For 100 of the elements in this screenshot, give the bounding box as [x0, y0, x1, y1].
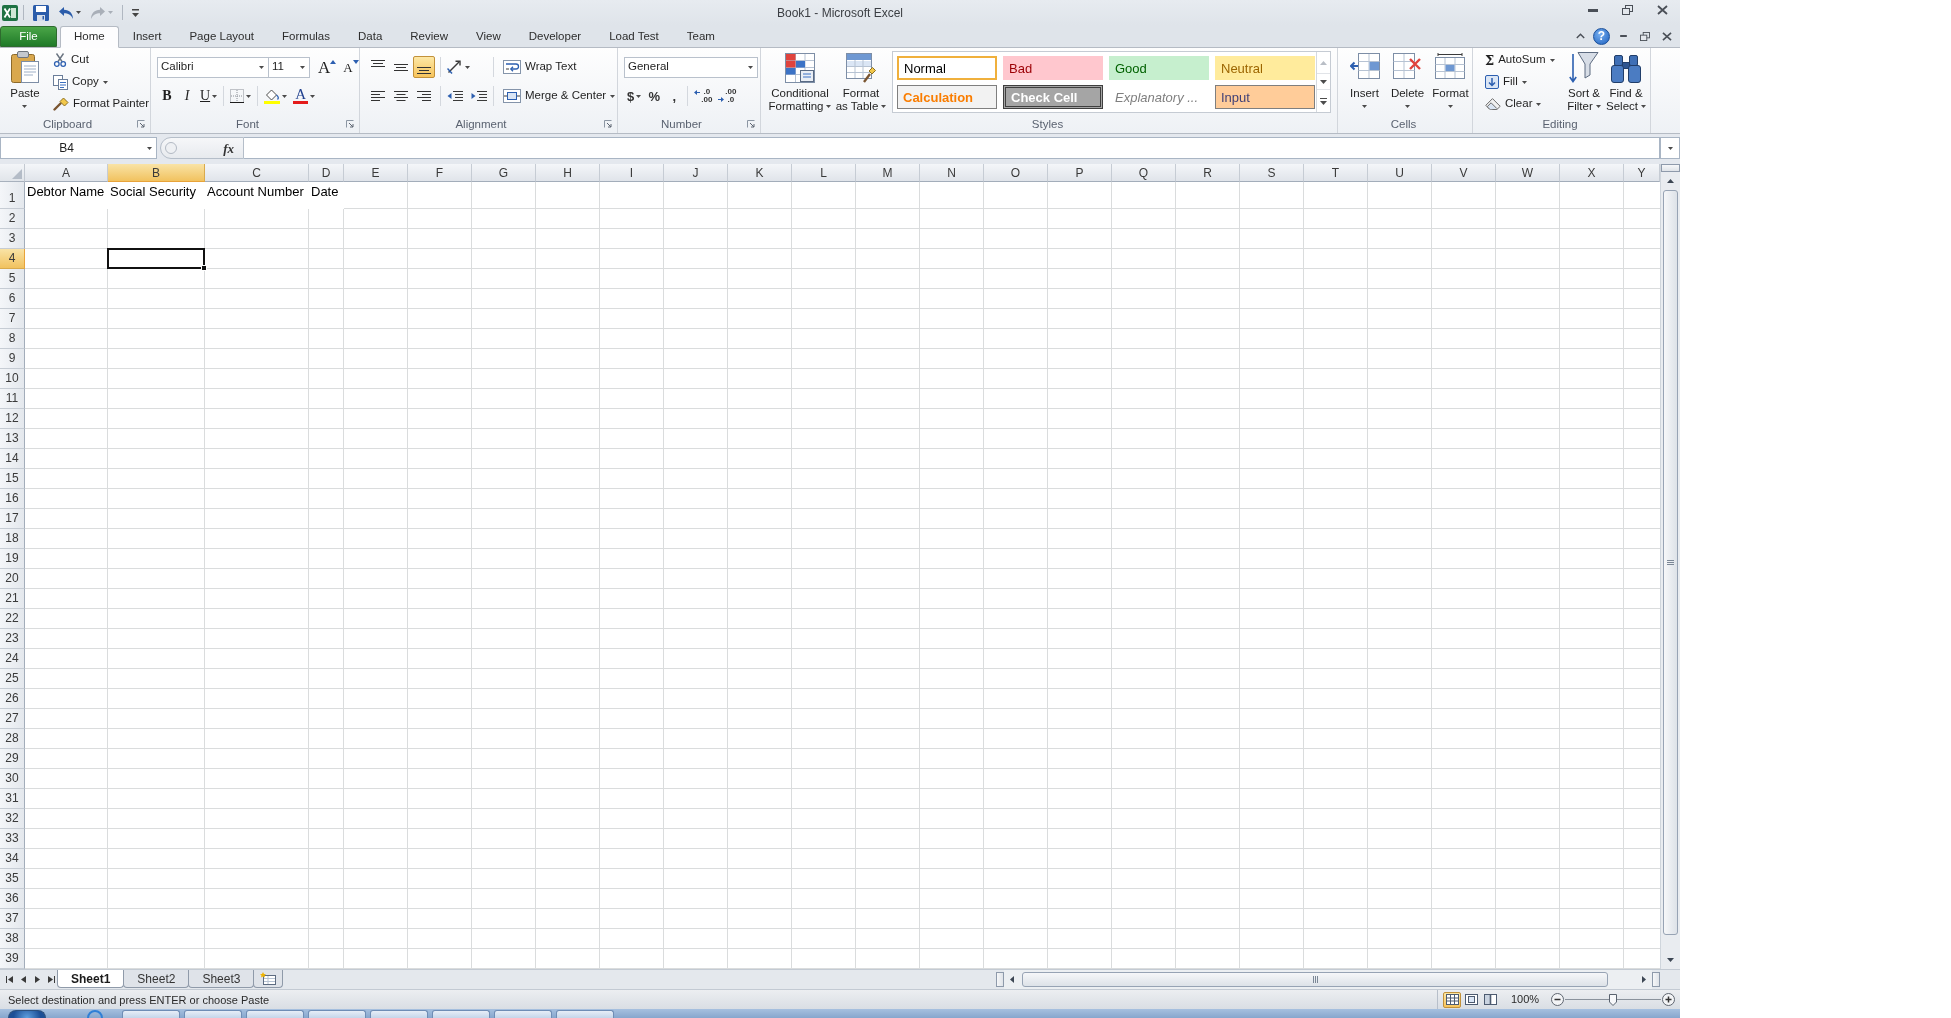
currency-button[interactable]: $ — [624, 85, 645, 107]
ribbon-tab[interactable]: Review — [396, 26, 462, 47]
row-header[interactable]: 10 — [0, 369, 25, 389]
dialog-launcher-icon[interactable] — [604, 120, 612, 128]
page-break-preview-button[interactable] — [1481, 991, 1499, 1008]
insert-sheet-tab[interactable] — [253, 970, 284, 988]
row-header[interactable]: 37 — [0, 909, 25, 929]
delete-cells-button[interactable]: Delete — [1387, 49, 1428, 115]
comma-button[interactable]: , — [664, 85, 685, 107]
name-box[interactable]: B4 — [0, 137, 157, 159]
scrollbar-thumb[interactable] — [1663, 190, 1678, 935]
row-header[interactable]: 34 — [0, 849, 25, 869]
row-header[interactable]: 25 — [0, 669, 25, 689]
column-header[interactable]: N — [920, 164, 984, 182]
cell-style-option[interactable]: Neutral — [1215, 56, 1315, 80]
row-header[interactable]: 14 — [0, 449, 25, 469]
fill-handle[interactable] — [201, 265, 207, 271]
column-header[interactable]: L — [792, 164, 856, 182]
cell-style-option[interactable]: Bad — [1003, 56, 1103, 80]
page-layout-view-button[interactable] — [1462, 991, 1480, 1008]
font-size-dropdown[interactable]: 11 — [268, 56, 310, 78]
ribbon-tab[interactable]: Home — [60, 26, 119, 48]
row-header[interactable]: 15 — [0, 469, 25, 489]
cell-style-option[interactable]: Good — [1109, 56, 1209, 80]
row-header[interactable]: 4 — [0, 249, 25, 269]
ribbon-tab[interactable]: Page Layout — [175, 26, 269, 47]
column-header[interactable]: J — [664, 164, 728, 182]
row-header[interactable]: 35 — [0, 869, 25, 889]
row-header[interactable]: 38 — [0, 929, 25, 949]
row-header[interactable]: 1 — [0, 182, 25, 209]
row-header[interactable]: 29 — [0, 749, 25, 769]
row-header[interactable]: 6 — [0, 289, 25, 309]
sheet-tab[interactable]: Sheet1 — [57, 970, 125, 988]
dialog-launcher-icon[interactable] — [747, 120, 755, 128]
row-header[interactable]: 22 — [0, 609, 25, 629]
column-header[interactable]: R — [1176, 164, 1240, 182]
sheet-tab[interactable]: Sheet2 — [123, 970, 190, 988]
row-header[interactable]: 36 — [0, 889, 25, 909]
clear-button[interactable]: Clear — [1481, 93, 1564, 115]
column-header[interactable]: T — [1304, 164, 1368, 182]
column-header[interactable]: U — [1368, 164, 1432, 182]
taskbar-button[interactable] — [432, 1010, 490, 1018]
column-header[interactable]: Y — [1624, 164, 1660, 182]
row-header[interactable]: 19 — [0, 549, 25, 569]
row-header[interactable]: 11 — [0, 389, 25, 409]
row-header[interactable]: 31 — [0, 789, 25, 809]
number-format-dropdown[interactable]: General — [624, 56, 758, 78]
taskbar-button[interactable] — [184, 1010, 242, 1018]
column-header[interactable]: G — [472, 164, 536, 182]
file-tab[interactable]: File — [0, 26, 57, 47]
ribbon-tab[interactable]: Team — [672, 26, 729, 47]
zoom-percentage[interactable]: 100% — [1508, 991, 1543, 1008]
format-cells-button[interactable]: Format — [1430, 49, 1471, 115]
wrap-text-button[interactable]: Wrap Text — [499, 56, 581, 78]
row-header[interactable]: 9 — [0, 349, 25, 369]
increase-decimal-button[interactable]: .0 .00 — [691, 85, 716, 107]
ribbon-tab[interactable]: Load Test — [595, 26, 673, 47]
row-header[interactable]: 20 — [0, 569, 25, 589]
cut-button[interactable]: Cut — [49, 49, 154, 71]
column-header[interactable]: X — [1560, 164, 1624, 182]
row-header[interactable]: 33 — [0, 829, 25, 849]
row-header[interactable]: 12 — [0, 409, 25, 429]
vertical-scrollbar[interactable] — [1660, 164, 1680, 969]
column-header[interactable]: M — [856, 164, 920, 182]
column-header[interactable]: F — [408, 164, 472, 182]
ribbon-tab[interactable]: Insert — [118, 26, 176, 47]
ribbon-tab[interactable]: View — [462, 26, 515, 47]
fill-button[interactable]: Fill — [1481, 71, 1564, 93]
copy-button[interactable]: Copy — [49, 71, 154, 93]
column-header[interactable]: H — [536, 164, 600, 182]
autosum-button[interactable]: Σ AutoSum — [1481, 49, 1564, 71]
row-header[interactable]: 28 — [0, 729, 25, 749]
taskbar-button[interactable] — [494, 1010, 552, 1018]
column-header[interactable]: A — [25, 164, 108, 182]
column-header[interactable]: S — [1240, 164, 1304, 182]
row-header[interactable]: 17 — [0, 509, 25, 529]
row-header[interactable]: 21 — [0, 589, 25, 609]
row-header[interactable]: 7 — [0, 309, 25, 329]
column-header[interactable]: E — [344, 164, 408, 182]
ribbon-tab[interactable]: Data — [344, 26, 397, 47]
column-header[interactable]: D — [309, 164, 344, 182]
normal-view-button[interactable] — [1443, 991, 1461, 1008]
percent-button[interactable]: % — [644, 85, 665, 107]
grow-font-button[interactable]: A — [315, 56, 340, 78]
column-header[interactable]: V — [1432, 164, 1496, 182]
taskbar-button[interactable] — [308, 1010, 366, 1018]
row-header[interactable]: 8 — [0, 329, 25, 349]
cell-style-option[interactable]: Normal — [897, 56, 997, 80]
format-as-table-button[interactable]: Format as Table — [835, 49, 887, 115]
row-header[interactable]: 13 — [0, 429, 25, 449]
bold-button[interactable]: B — [157, 85, 177, 107]
font-color-button[interactable]: A — [290, 85, 318, 107]
taskbar-button[interactable] — [556, 1010, 614, 1018]
row-header[interactable]: 2 — [0, 209, 25, 229]
column-header[interactable]: Q — [1112, 164, 1176, 182]
zoom-out-button[interactable] — [1550, 992, 1566, 1007]
zoom-in-button[interactable] — [1661, 992, 1677, 1007]
row-header[interactable]: 26 — [0, 689, 25, 709]
scrollbar-thumb[interactable] — [1022, 972, 1608, 987]
row-header[interactable]: 27 — [0, 709, 25, 729]
